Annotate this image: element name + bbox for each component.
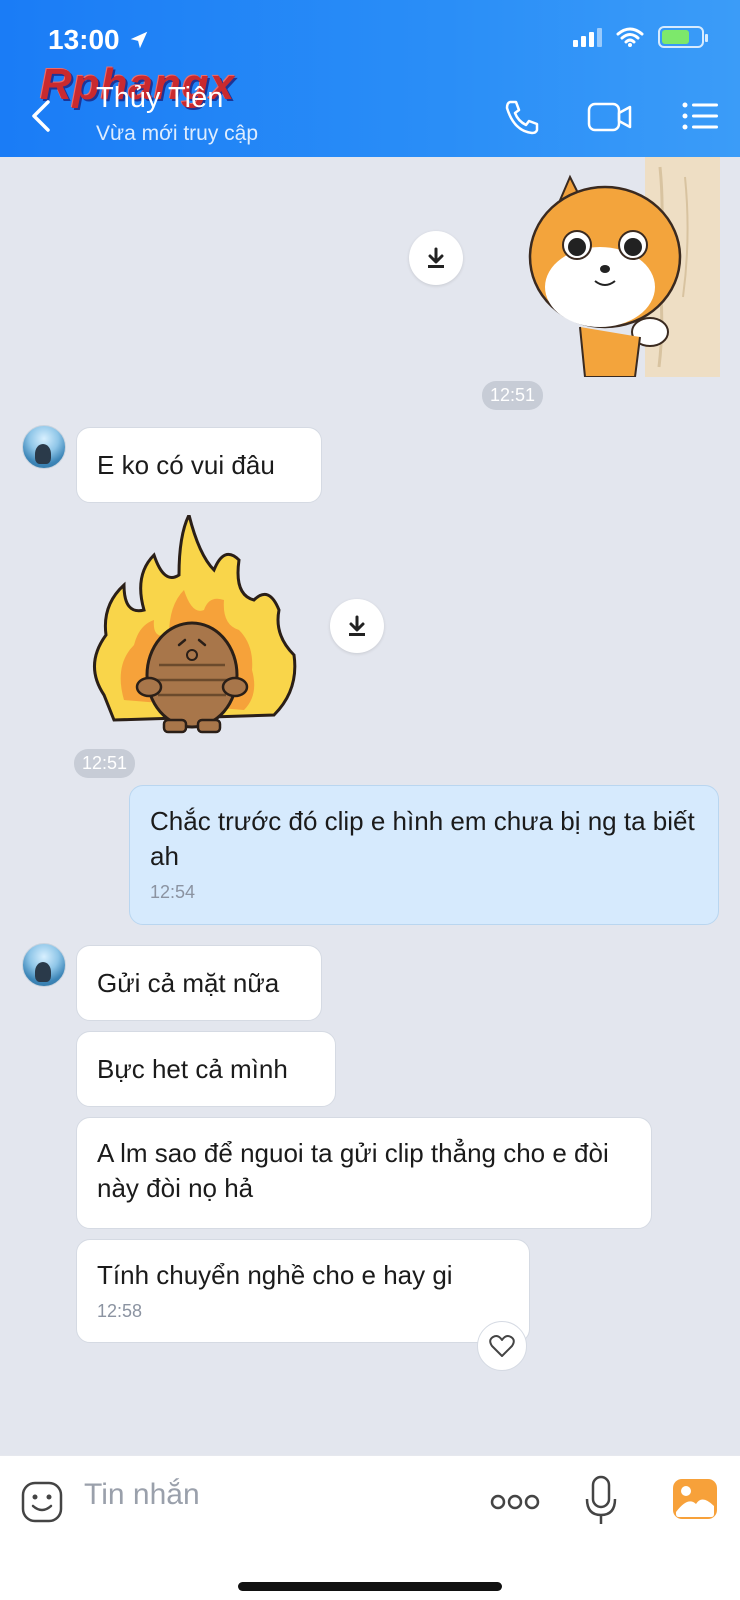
message-text: Tính chuyển nghề cho e hay gi	[97, 1260, 453, 1290]
message-time: 12:54	[150, 882, 196, 902]
message-time: 12:58	[97, 1301, 143, 1321]
location-arrow-icon	[130, 31, 147, 49]
my-message-bubble[interactable]: Chắc trước đó clip e hình em chưa bị ng …	[129, 785, 719, 925]
download-icon	[428, 247, 444, 268]
download-icon	[349, 615, 365, 636]
battery-icon	[658, 26, 708, 48]
message-bubble[interactable]: Bực het cả mình	[76, 1031, 336, 1107]
status-time: 13:00	[48, 24, 150, 56]
menu-icon[interactable]	[680, 96, 720, 136]
message-text: Chắc trước đó clip e hình em chưa bị ng …	[150, 806, 695, 871]
message-text: A lm sao để nguoi ta gửi clip thẳng cho …	[97, 1138, 609, 1203]
status-time-text: 13:00	[48, 24, 120, 55]
avatar[interactable]	[22, 425, 66, 469]
chat-area[interactable]: 12:51 E ko có vui đâu 12:51 Chắc trước đ…	[0, 157, 740, 1455]
wifi-icon	[616, 27, 644, 47]
status-icons	[573, 26, 708, 48]
phone-icon[interactable]	[500, 96, 544, 136]
sticker-fire[interactable]	[84, 515, 300, 737]
contact-name[interactable]: Thủy Tiên	[96, 82, 223, 115]
message-input-placeholder: Tin nhắn	[84, 1478, 200, 1511]
input-bar: Tin nhắn	[0, 1455, 740, 1600]
sticker-dog[interactable]	[525, 157, 720, 377]
back-icon[interactable]	[26, 98, 56, 134]
message-text: Bực het cả mình	[97, 1054, 288, 1084]
contact-status: Vừa mới truy cập	[96, 122, 259, 145]
video-call-icon[interactable]	[586, 96, 634, 136]
timestamp-pill: 12:51	[74, 749, 136, 778]
download-button[interactable]	[409, 231, 463, 285]
message-bubble[interactable]: E ko có vui đâu	[76, 427, 322, 503]
message-bubble[interactable]: A lm sao để nguoi ta gửi clip thẳng cho …	[76, 1117, 652, 1229]
message-text: E ko có vui đâu	[97, 450, 275, 480]
message-input[interactable]: Tin nhắn	[84, 1478, 200, 1512]
avatar[interactable]	[22, 943, 66, 987]
signal-icon	[573, 27, 602, 47]
message-bubble[interactable]: Gửi cả mặt nữa	[76, 945, 322, 1021]
more-icon[interactable]	[490, 1492, 540, 1512]
home-indicator	[238, 1582, 502, 1591]
message-text: Gửi cả mặt nữa	[97, 968, 280, 998]
mic-icon[interactable]	[584, 1474, 618, 1528]
react-heart-button[interactable]	[477, 1321, 527, 1371]
chat-header: 13:00 Rphangx Thủy Tiên Vừa mới truy cập	[0, 0, 740, 157]
message-bubble[interactable]: Tính chuyển nghề cho e hay gi 12:58	[76, 1239, 530, 1343]
emoji-icon[interactable]	[20, 1480, 64, 1524]
timestamp-pill: 12:51	[482, 381, 544, 410]
image-icon[interactable]	[672, 1478, 718, 1520]
heart-icon	[489, 1335, 515, 1357]
download-button[interactable]	[330, 599, 384, 653]
